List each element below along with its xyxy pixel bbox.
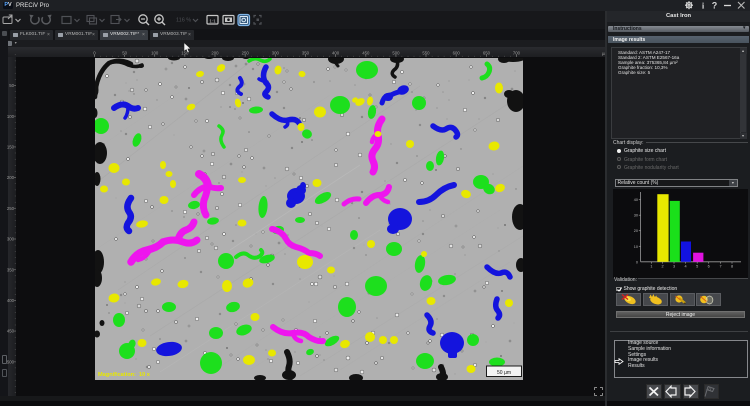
svg-text:1:1: 1:1	[209, 18, 216, 23]
svg-text:450: 450	[7, 329, 15, 334]
svg-text:40: 40	[634, 198, 638, 202]
svg-text:i: i	[702, 1, 705, 11]
svg-text:7: 7	[720, 265, 722, 269]
svg-text:200: 200	[211, 51, 219, 56]
svg-text:500: 500	[392, 51, 400, 56]
svg-text:30: 30	[634, 214, 638, 218]
svg-text:Magnification: 10 x: Magnification: 10 x	[98, 372, 151, 378]
svg-text:500: 500	[7, 359, 15, 364]
svg-text:0: 0	[93, 51, 96, 56]
svg-text:300: 300	[7, 237, 15, 242]
svg-text:150: 150	[7, 145, 15, 150]
svg-text:100: 100	[151, 51, 159, 56]
svg-text:250: 250	[7, 206, 15, 211]
svg-text:20: 20	[634, 229, 638, 233]
svg-text:100: 100	[7, 114, 15, 119]
svg-text:650: 650	[483, 51, 491, 56]
svg-text:8: 8	[731, 265, 733, 269]
svg-text:0: 0	[636, 260, 638, 264]
svg-text:400: 400	[332, 51, 340, 56]
svg-text:?: ?	[712, 1, 718, 11]
svg-text:600: 600	[453, 51, 461, 56]
svg-text:1: 1	[650, 265, 652, 269]
svg-text:300: 300	[272, 51, 280, 56]
svg-text:350: 350	[7, 267, 15, 272]
svg-text:5: 5	[696, 265, 698, 269]
svg-text:6: 6	[708, 265, 710, 269]
svg-text:4: 4	[685, 265, 687, 269]
svg-text:400: 400	[7, 298, 15, 303]
svg-text:50: 50	[9, 83, 14, 88]
svg-text:200: 200	[7, 175, 15, 180]
svg-text:2: 2	[662, 265, 664, 269]
svg-text:550: 550	[422, 51, 430, 56]
svg-text:450: 450	[362, 51, 370, 56]
svg-text:50 µm: 50 µm	[497, 370, 511, 376]
svg-text:700: 700	[513, 51, 521, 56]
svg-text:3: 3	[673, 265, 675, 269]
svg-text:50: 50	[122, 51, 127, 56]
svg-text:350: 350	[302, 51, 310, 56]
svg-text:116 %: 116 %	[176, 18, 191, 24]
svg-text:250: 250	[242, 51, 250, 56]
svg-text:10: 10	[634, 245, 638, 249]
